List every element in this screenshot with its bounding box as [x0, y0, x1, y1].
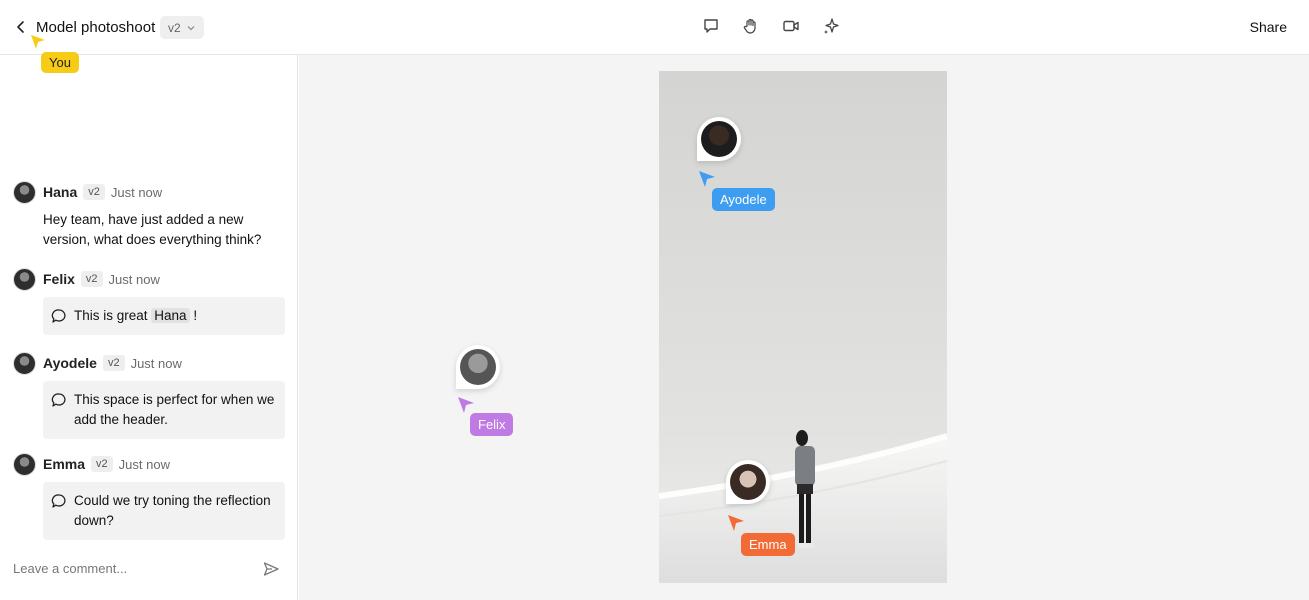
version-badge: v2 [102, 355, 125, 371]
mention-tag[interactable]: Hana [151, 308, 190, 323]
sparkle-icon[interactable] [820, 15, 842, 37]
comment-time: Just now [110, 184, 163, 200]
comment-bubble[interactable]: This space is perfect for when we add th… [43, 381, 285, 439]
speech-bubble-icon [51, 309, 66, 323]
speech-bubble-icon [51, 393, 66, 407]
top-bar: Model photoshoot v2 Share [0, 0, 1309, 55]
avatar [697, 117, 741, 161]
hand-icon[interactable] [740, 15, 762, 37]
avatar [13, 351, 36, 375]
comment-text: Hey team, have just added a new version,… [43, 212, 262, 247]
speech-bubble-icon [51, 494, 66, 508]
comment-item: Emma v2 Just now Could we try toning the… [13, 452, 285, 540]
comment-item: Felix v2 Just now This is great Hana ! [13, 267, 285, 335]
comment-icon[interactable] [700, 15, 722, 37]
avatar [13, 180, 36, 204]
chevron-down-icon [187, 25, 195, 30]
version-badge: v2 [83, 184, 105, 200]
cursor-label-ayodele: Ayodele [712, 188, 775, 211]
comment-input[interactable]: Leave a comment... [13, 561, 127, 576]
send-icon[interactable] [262, 560, 280, 578]
cursor-ayodele-icon [699, 171, 715, 187]
comment-text: This is great [74, 308, 148, 323]
version-badge: v2 [91, 456, 113, 472]
cursor-emma-icon [728, 515, 744, 531]
avatar [726, 460, 770, 504]
version-select[interactable]: v2 [160, 16, 204, 39]
comment-author: Emma [43, 456, 86, 472]
comment-author: Ayodele [43, 355, 97, 371]
toolbar [700, 15, 842, 37]
document-title[interactable]: Model photoshoot [36, 19, 155, 36]
cursor-label-emma: Emma [741, 533, 795, 556]
comment-text: Could we try toning the reflection down? [74, 493, 271, 528]
cursor-label-you: You [41, 52, 79, 73]
comment-item: Ayodele v2 Just now This space is perfec… [13, 351, 285, 439]
comment-time: Just now [108, 271, 160, 287]
comments-sidebar: Hana v2 Just now Hey team, have just add… [0, 55, 298, 600]
comment-time: Just now [130, 355, 182, 371]
version-label: v2 [168, 20, 181, 35]
version-badge: v2 [80, 271, 103, 287]
comment-text: This space is perfect for when we add th… [74, 392, 275, 427]
canvas[interactable]: Ayodele Felix Emma [299, 55, 1309, 600]
avatar [13, 452, 36, 476]
cursor-you-icon [31, 35, 45, 49]
comment-bubble[interactable]: This is great Hana ! [43, 297, 285, 335]
video-icon[interactable] [780, 15, 802, 37]
share-button[interactable]: Share [1250, 19, 1287, 35]
avatar [13, 267, 36, 291]
comment-author: Felix [43, 271, 75, 287]
comment-bubble[interactable]: Could we try toning the reflection down? [43, 482, 285, 540]
back-arrow-icon[interactable] [12, 18, 30, 36]
comment-text-end: ! [193, 308, 198, 323]
comment-author: Hana [43, 184, 78, 200]
avatar [456, 345, 500, 389]
cursor-felix-icon [458, 397, 474, 413]
comment-item: Hana v2 Just now Hey team, have just add… [13, 180, 285, 250]
cursor-label-felix: Felix [470, 413, 514, 436]
comment-time: Just now [118, 456, 170, 472]
